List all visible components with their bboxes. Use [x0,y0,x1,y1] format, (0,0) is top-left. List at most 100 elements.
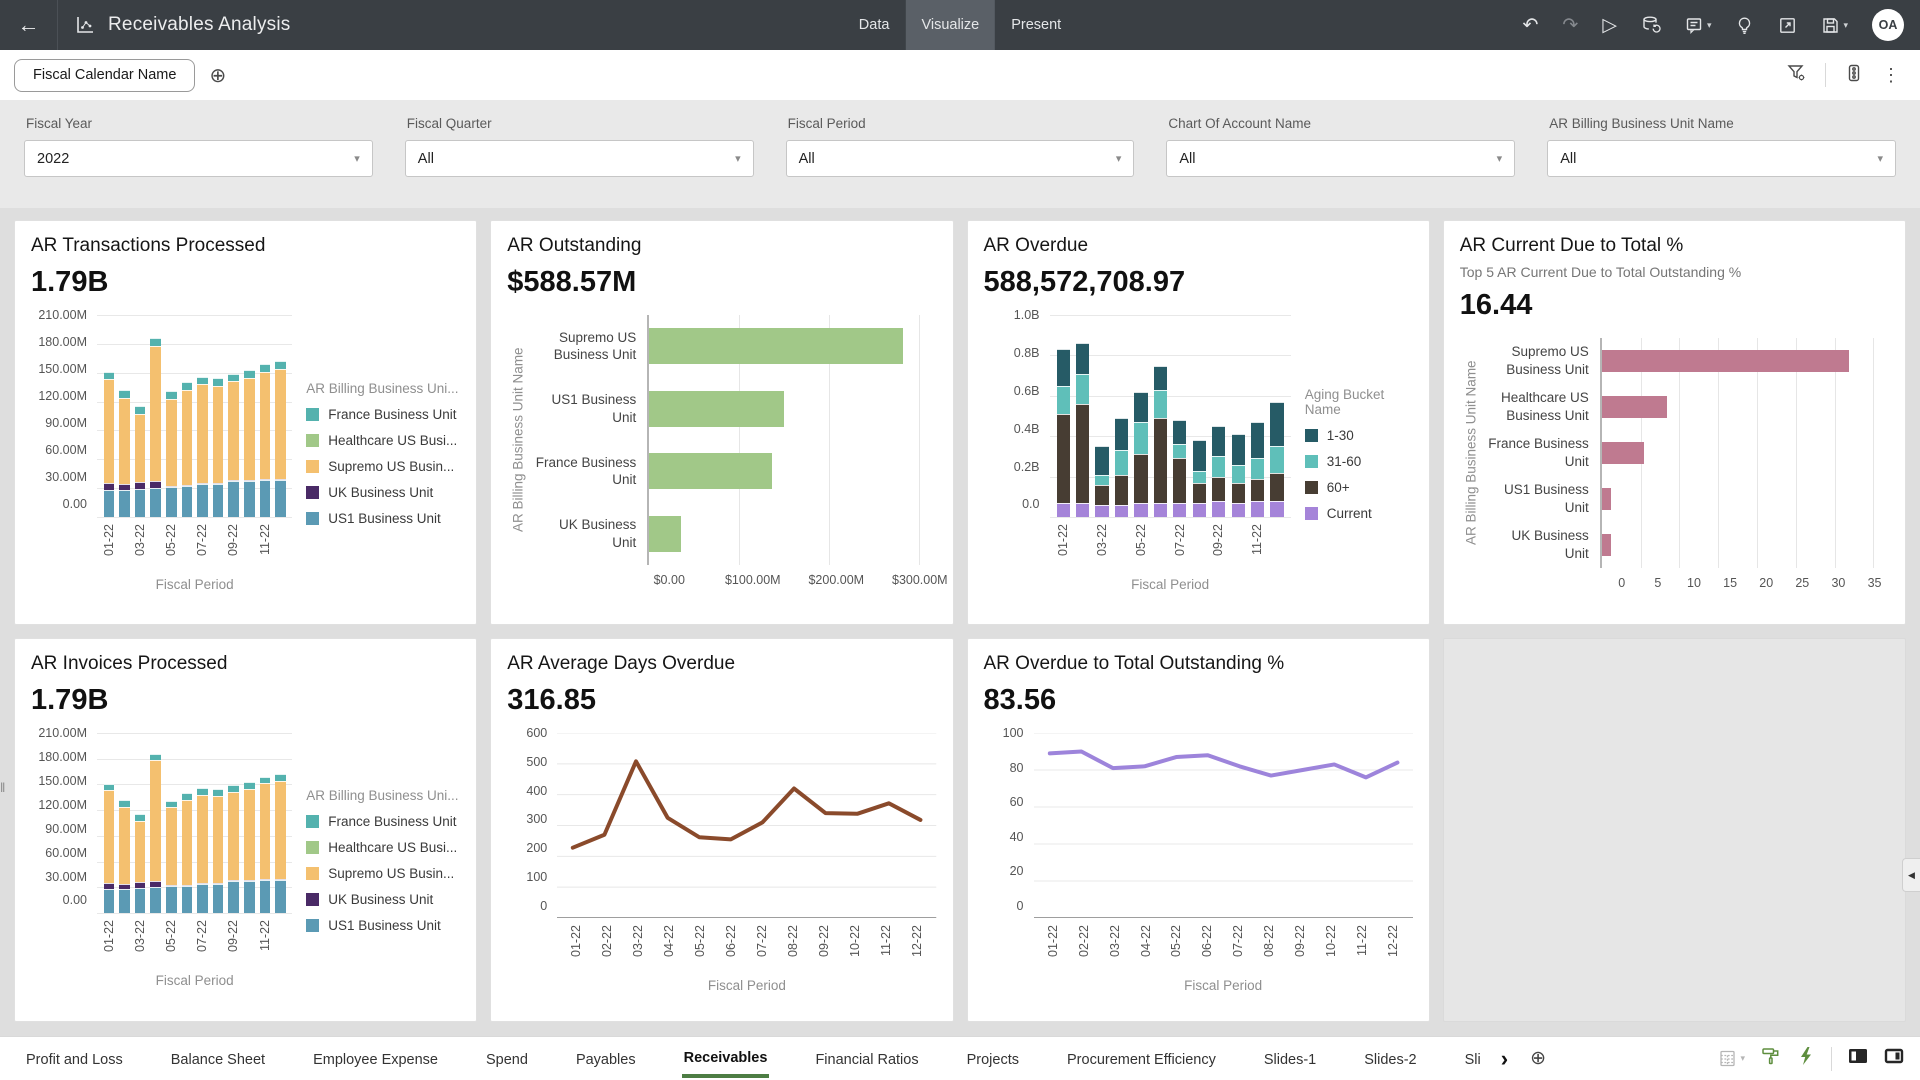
bar-segment[interactable] [260,372,271,479]
bar-segment[interactable] [213,378,224,386]
legend-item[interactable]: Current [1305,506,1413,521]
add-filter-icon[interactable]: ⊕ [209,63,226,88]
stacked-bar[interactable] [1057,315,1070,517]
legend-item[interactable]: 31-60 [1305,454,1413,469]
bar-segment[interactable] [1193,471,1206,483]
bar-segment[interactable] [166,886,177,913]
bar[interactable] [1602,396,1667,417]
bar-segment[interactable] [1232,465,1245,483]
bar-segment[interactable] [150,754,161,761]
bar-segment[interactable] [1173,420,1186,444]
stacked-bar[interactable] [1115,315,1128,517]
bar-segment[interactable] [228,881,239,913]
bar-segment[interactable] [150,887,161,913]
legend-item[interactable]: Healthcare US Busi... [306,840,460,855]
bar-segment[interactable] [182,390,193,485]
bar-segment[interactable] [228,792,239,880]
bar-segment[interactable] [1270,501,1283,517]
bar-segment[interactable] [1193,440,1206,470]
bar-segment[interactable] [1076,404,1089,503]
bar-segment[interactable] [166,391,177,399]
bar-segment[interactable] [135,482,146,489]
bar-segment[interactable] [1057,414,1070,503]
stacked-bar[interactable] [228,315,239,517]
stacked-bar[interactable] [182,733,193,913]
bar-segment[interactable] [275,361,286,369]
bar-segment[interactable] [1057,349,1070,385]
tab-visualize[interactable]: Visualize [905,0,995,50]
bar-segment[interactable] [228,481,239,517]
tab-spend[interactable]: Spend [484,1041,530,1076]
bar-segment[interactable] [275,369,286,480]
tab-slides-1[interactable]: Slides-1 [1262,1041,1318,1076]
bar-segment[interactable] [244,881,255,913]
bar-segment[interactable] [260,777,271,784]
bar-segment[interactable] [104,889,115,913]
tab-payables[interactable]: Payables [574,1041,638,1076]
bar[interactable] [1602,350,1849,371]
bar-segment[interactable] [166,807,177,885]
bar-segment[interactable] [150,338,161,346]
bar-segment[interactable] [275,774,286,781]
stacked-bar[interactable] [275,315,286,517]
bar-segment[interactable] [1057,386,1070,414]
bar-segment[interactable] [1270,473,1283,501]
legend-item[interactable]: 1-30 [1305,428,1413,443]
fiscal-calendar-filter-chip[interactable]: Fiscal Calendar Name [14,59,195,92]
bar-segment[interactable] [182,886,193,913]
stacked-bar[interactable] [166,315,177,517]
filter-select[interactable]: All▾ [1547,140,1896,177]
stacked-bar[interactable] [135,315,146,517]
bar-segment[interactable] [1232,483,1245,503]
bar-segment[interactable] [1212,477,1225,501]
bar-segment[interactable] [1095,485,1108,505]
save-caret-icon[interactable]: ▾ [1843,21,1848,30]
legend-item[interactable]: Supremo US Busin... [306,866,460,881]
stacked-bar[interactable] [228,733,239,913]
bar-segment[interactable] [1173,458,1186,502]
color-brush-icon[interactable] [1761,1046,1781,1071]
scroll-tabs-right-icon[interactable]: › [1501,1048,1508,1070]
bar-segment[interactable] [1270,402,1283,446]
stacked-bar[interactable] [119,733,130,913]
stacked-bar[interactable] [1134,315,1147,517]
bar-segment[interactable] [1134,503,1147,517]
bar-segment[interactable] [1057,503,1070,517]
bar-segment[interactable] [1251,422,1264,458]
bar-segment[interactable] [135,814,146,821]
bar-segment[interactable] [275,781,286,880]
stacked-bar[interactable] [244,733,255,913]
bar-segment[interactable] [104,790,115,883]
stacked-bar[interactable] [119,315,130,517]
bar[interactable] [1602,488,1611,509]
save-icon[interactable]: ▾ [1821,16,1848,35]
bar-segment[interactable] [119,398,130,485]
tab-slides-2[interactable]: Slides-2 [1362,1041,1418,1076]
bar-segment[interactable] [1193,483,1206,503]
bar-segment[interactable] [150,760,161,881]
right-panel-toggle-icon[interactable] [1884,1047,1904,1070]
bar-segment[interactable] [182,793,193,800]
stacked-bar[interactable] [150,733,161,913]
bar-segment[interactable] [182,382,193,390]
stacked-bar[interactable] [1193,315,1206,517]
bar-segment[interactable] [104,784,115,791]
bar-segment[interactable] [150,481,161,488]
bar[interactable] [649,453,772,489]
bar-segment[interactable] [1134,422,1147,454]
chevron-down-icon[interactable]: ▾ [735,152,741,165]
bar-segment[interactable] [119,807,130,884]
bar-segment[interactable] [213,386,224,483]
bar-segment[interactable] [1270,446,1283,472]
bar-segment[interactable] [135,414,146,482]
stacked-bar[interactable] [150,315,161,517]
legend-item[interactable]: France Business Unit [306,814,460,829]
bar-segment[interactable] [1115,475,1128,505]
bar-segment[interactable] [213,789,224,796]
bar-segment[interactable] [244,789,255,881]
bar-segment[interactable] [182,800,193,885]
bar-segment[interactable] [1154,366,1167,390]
bar-segment[interactable] [135,489,146,517]
bar-segment[interactable] [228,785,239,792]
bar[interactable] [649,328,903,364]
